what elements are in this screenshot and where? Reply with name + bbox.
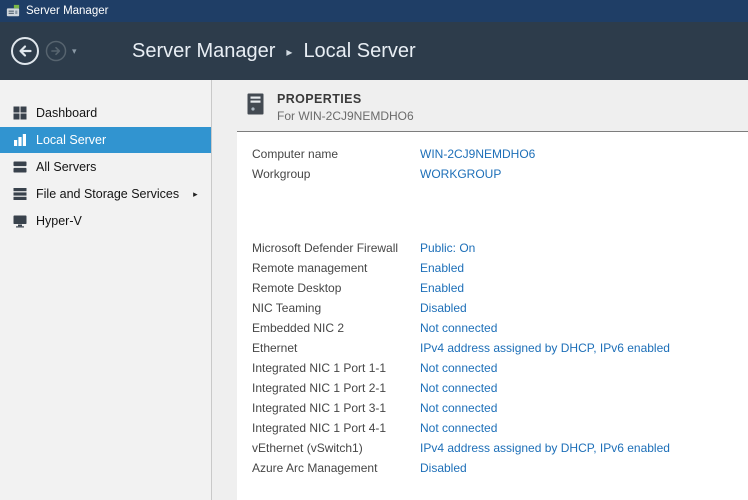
property-value-link[interactable]: Not connected	[420, 361, 497, 375]
nav-history-dropdown-icon[interactable]: ▾	[72, 46, 77, 57]
nav-buttons: ▾	[10, 36, 122, 66]
property-label: Microsoft Defender Firewall	[252, 241, 420, 255]
property-row: vEthernet (vSwitch1) IPv4 address assign…	[252, 438, 738, 458]
property-value-link[interactable]: Enabled	[420, 281, 464, 295]
property-label: vEthernet (vSwitch1)	[252, 441, 420, 455]
property-label: Azure Arc Management	[252, 461, 420, 475]
window-title: Server Manager	[26, 5, 108, 17]
titlebar: Server Manager	[0, 0, 748, 22]
breadcrumb-root[interactable]: Server Manager	[132, 40, 275, 63]
property-row: Azure Arc Management Disabled	[252, 458, 738, 478]
property-label: Workgroup	[252, 167, 420, 181]
properties-header: PROPERTIES For WIN-2CJ9NEMDHO6	[237, 92, 748, 124]
navigation-header: ▾ Server Manager ▸ Local Server	[0, 22, 748, 80]
property-row: Integrated NIC 1 Port 2-1 Not connected	[252, 378, 738, 398]
hyperv-icon	[13, 214, 27, 228]
window-body: Dashboard Local Server	[0, 80, 748, 500]
sidebar-item-label: Local Server	[36, 133, 106, 147]
spacer	[252, 184, 738, 238]
property-value-link[interactable]: IPv4 address assigned by DHCP, IPv6 enab…	[420, 341, 670, 355]
property-label: Computer name	[252, 147, 420, 161]
property-value-link[interactable]: Public: On	[420, 241, 475, 255]
property-row: Workgroup WORKGROUP	[252, 164, 738, 184]
properties-titles: PROPERTIES For WIN-2CJ9NEMDHO6	[277, 92, 414, 123]
property-row: Ethernet IPv4 address assigned by DHCP, …	[252, 338, 738, 358]
breadcrumb: Server Manager ▸ Local Server	[132, 40, 416, 63]
sidebar: Dashboard Local Server	[0, 80, 212, 500]
property-value-link[interactable]: Not connected	[420, 321, 497, 335]
property-value-link[interactable]: Enabled	[420, 261, 464, 275]
sidebar-item-all-servers[interactable]: All Servers	[0, 154, 211, 180]
property-row: Integrated NIC 1 Port 4-1 Not connected	[252, 418, 738, 438]
server-manager-window: Server Manager ▾ Server Manager ▸ Local …	[0, 0, 748, 500]
property-label: Integrated NIC 1 Port 3-1	[252, 401, 420, 415]
properties-subtitle: For WIN-2CJ9NEMDHO6	[277, 109, 414, 123]
property-value-link[interactable]: IPv4 address assigned by DHCP, IPv6 enab…	[420, 441, 670, 455]
property-label: Integrated NIC 1 Port 4-1	[252, 421, 420, 435]
server-properties-icon	[246, 93, 265, 115]
chevron-right-icon[interactable]: ▸	[193, 189, 198, 200]
forward-button[interactable]	[45, 40, 67, 62]
properties-title: PROPERTIES	[277, 92, 414, 106]
servers-icon	[13, 160, 27, 174]
property-value-link[interactable]: WIN-2CJ9NEMDHO6	[420, 147, 535, 161]
properties-panel: Computer name WIN-2CJ9NEMDHO6 Workgroup …	[237, 131, 748, 500]
property-label: Remote Desktop	[252, 281, 420, 295]
sidebar-item-dashboard[interactable]: Dashboard	[0, 100, 211, 126]
storage-icon	[13, 187, 27, 201]
property-label: NIC Teaming	[252, 301, 420, 315]
property-row: Microsoft Defender Firewall Public: On	[252, 238, 738, 258]
breadcrumb-current: Local Server	[303, 40, 415, 63]
server-manager-app-icon	[6, 4, 20, 18]
property-row: Computer name WIN-2CJ9NEMDHO6	[252, 144, 738, 164]
property-row: Remote Desktop Enabled	[252, 278, 738, 298]
sidebar-item-local-server[interactable]: Local Server	[0, 127, 211, 153]
property-row: Integrated NIC 1 Port 3-1 Not connected	[252, 398, 738, 418]
sidebar-item-file-storage-services[interactable]: File and Storage Services ▸	[0, 181, 211, 207]
property-label: Integrated NIC 1 Port 1-1	[252, 361, 420, 375]
property-row: NIC Teaming Disabled	[252, 298, 738, 318]
dashboard-icon	[13, 106, 27, 120]
back-button[interactable]	[10, 36, 40, 66]
sidebar-item-label: File and Storage Services	[36, 187, 179, 201]
property-value-link[interactable]: Not connected	[420, 421, 497, 435]
property-label: Remote management	[252, 261, 420, 275]
breadcrumb-separator-icon: ▸	[286, 43, 292, 59]
sidebar-item-label: Dashboard	[36, 106, 97, 120]
property-value-link[interactable]: WORKGROUP	[420, 167, 501, 181]
main-content: PROPERTIES For WIN-2CJ9NEMDHO6 Computer …	[212, 80, 748, 500]
property-value-link[interactable]: Not connected	[420, 401, 497, 415]
property-row: Remote management Enabled	[252, 258, 738, 278]
property-value-link[interactable]: Disabled	[420, 461, 467, 475]
sidebar-item-label: All Servers	[36, 160, 96, 174]
sidebar-item-hyper-v[interactable]: Hyper-V	[0, 208, 211, 234]
property-label: Ethernet	[252, 341, 420, 355]
property-label: Integrated NIC 1 Port 2-1	[252, 381, 420, 395]
sidebar-item-label: Hyper-V	[36, 214, 82, 228]
property-row: Integrated NIC 1 Port 1-1 Not connected	[252, 358, 738, 378]
property-value-link[interactable]: Not connected	[420, 381, 497, 395]
server-icon	[13, 133, 27, 147]
property-label: Embedded NIC 2	[252, 321, 420, 335]
property-value-link[interactable]: Disabled	[420, 301, 467, 315]
property-row: Embedded NIC 2 Not connected	[252, 318, 738, 338]
